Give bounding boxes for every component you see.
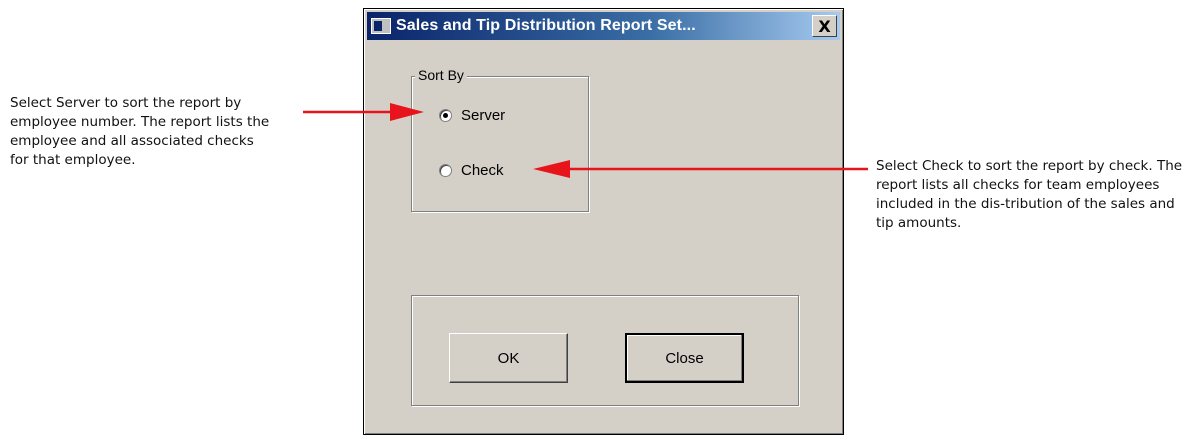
right-callout-arrow — [533, 160, 868, 178]
left-callout-arrow — [303, 103, 424, 121]
callout-arrows — [303, 103, 868, 178]
